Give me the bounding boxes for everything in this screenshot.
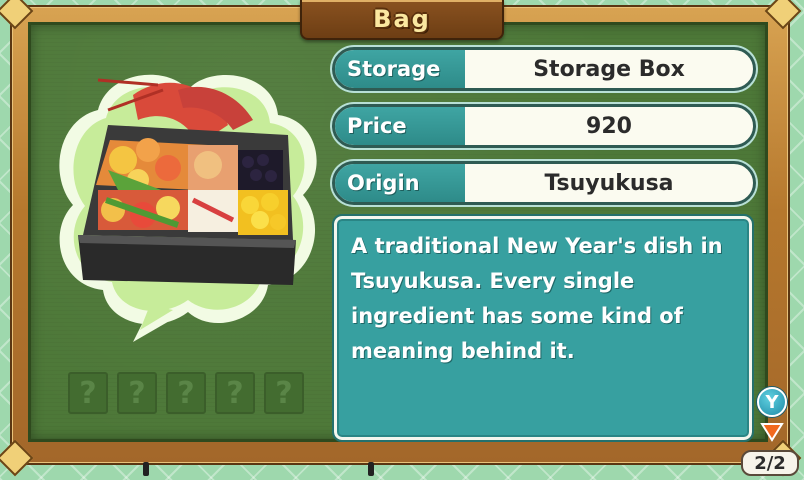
page-title: Bag xyxy=(373,5,431,33)
storage-label: Storage xyxy=(335,50,465,88)
storage-value: Storage Box xyxy=(533,56,685,82)
mystery-slot: ? xyxy=(166,372,206,414)
description-line: Tsuyukusa. Every single xyxy=(351,269,635,293)
description-box: A traditional New Year's dish in Tsuyuku… xyxy=(332,214,754,442)
origin-label: Origin xyxy=(335,164,465,202)
price-label: Price xyxy=(335,107,465,145)
origin-row: Origin Tsuyukusa xyxy=(332,161,756,205)
description-line: meaning behind it. xyxy=(351,339,575,363)
mystery-slot: ? xyxy=(215,372,255,414)
origin-value: Tsuyukusa xyxy=(544,170,674,196)
description-line: A traditional New Year's dish in xyxy=(351,234,723,258)
scroll-down-arrow-icon[interactable] xyxy=(760,422,784,442)
y-button[interactable]: Y xyxy=(757,387,787,417)
description-text: A traditional New Year's dish in Tsuyuku… xyxy=(351,229,735,369)
nail-decoration xyxy=(368,462,374,476)
nail-decoration xyxy=(143,462,149,476)
description-line: ingredient has some kind of xyxy=(351,304,683,328)
title-plaque: Bag xyxy=(300,0,504,40)
page-indicator: 2/2 xyxy=(741,450,799,476)
mystery-slot: ? xyxy=(264,372,304,414)
ingredient-slots: ? ? ? ? ? xyxy=(68,372,304,414)
price-value: 920 xyxy=(586,113,632,139)
mystery-slot: ? xyxy=(117,372,157,414)
y-button-icon: Y xyxy=(765,391,779,413)
mystery-slot: ? xyxy=(68,372,108,414)
storage-row: Storage Storage Box xyxy=(332,47,756,91)
item-image-bubble xyxy=(59,74,317,342)
price-row: Price 920 xyxy=(332,104,756,148)
